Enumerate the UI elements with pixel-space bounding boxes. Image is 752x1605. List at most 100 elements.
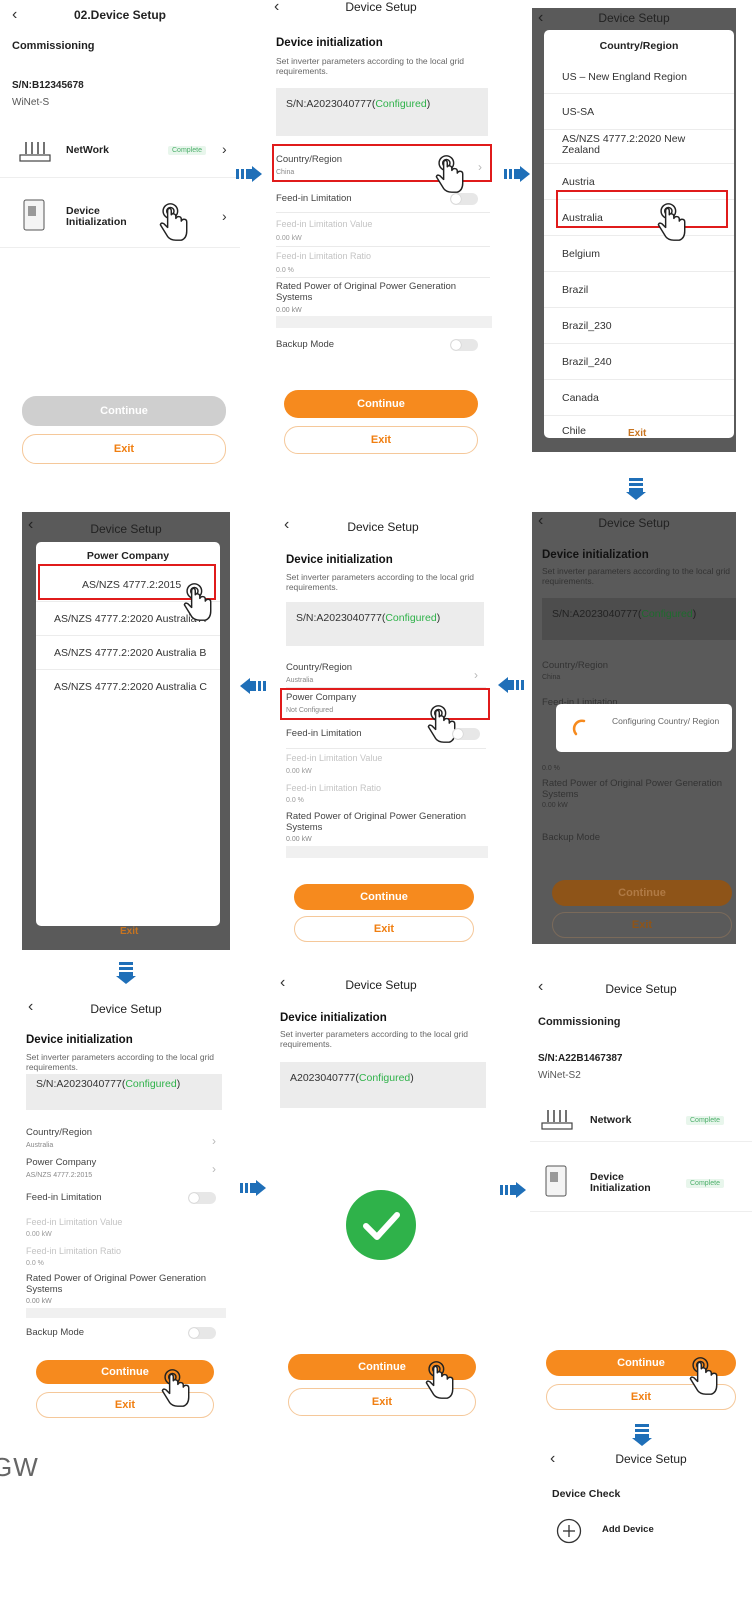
- list-item[interactable]: AS/NZS 4777.2:2020 Australia B: [36, 636, 220, 670]
- page-title: Device Setup: [605, 982, 677, 996]
- continue-button[interactable]: Continue: [284, 390, 478, 418]
- rated-power-value: 0.00 kW: [276, 307, 302, 314]
- page-title: 02.Device Setup: [73, 8, 167, 22]
- page-title: Device Setup: [598, 516, 670, 530]
- feed-in-value-label: Feed-in Limitation Value: [26, 1217, 123, 1227]
- device-init-label: Device Initialization: [590, 1171, 651, 1194]
- feed-in-ratio-value: 0.0 %: [286, 797, 304, 804]
- arrow-down-icon: [626, 478, 646, 500]
- country-region-modal: Country/Region US – New England Region U…: [544, 30, 734, 438]
- tap-hand-icon: [183, 583, 212, 621]
- feed-in-ratio-label: Feed-in Limitation Ratio: [276, 251, 372, 261]
- list-item[interactable]: Belgium: [544, 236, 734, 272]
- tap-hand-icon: [689, 1357, 718, 1395]
- spinner-icon: [572, 719, 586, 736]
- power-company-modal: Power Company AS/NZS 4777.2:2015 AS/NZS …: [36, 542, 220, 926]
- list-item[interactable]: AS/NZS 4777.2:2020 New Zealand: [544, 130, 734, 164]
- power-company-label[interactable]: Power Company: [26, 1157, 96, 1168]
- exit-button[interactable]: Exit: [284, 426, 478, 454]
- configured-status: Configured: [358, 1072, 411, 1084]
- tap-hand-icon: [435, 155, 464, 193]
- backup-mode-label: Backup Mode: [276, 339, 335, 350]
- continue-button[interactable]: Continue: [22, 396, 226, 426]
- exit-button-dim: Exit: [120, 926, 139, 937]
- page-title: Device Setup: [345, 0, 417, 14]
- feed-in-toggle[interactable]: [452, 728, 480, 740]
- page-title: Device Setup: [598, 11, 670, 25]
- divider: [276, 277, 490, 278]
- country-region-value: Australia: [26, 1142, 54, 1149]
- section-description: Set inverter parameters according to the…: [26, 1052, 215, 1072]
- section-title: Device initialization: [542, 549, 649, 561]
- feed-in-value: 0.00 kW: [286, 768, 312, 775]
- exit-button[interactable]: Exit: [22, 434, 226, 464]
- page-title: Device Setup: [347, 520, 419, 534]
- serial-number-box: S/N:A2023040777(Configured): [286, 602, 484, 646]
- brand-logo: GW: [0, 1452, 39, 1482]
- list-item[interactable]: Canada: [544, 380, 734, 416]
- tap-hand-icon: [161, 1369, 190, 1407]
- feed-in-ratio-value: 0.0 %: [26, 1260, 44, 1267]
- serial-number-box: A2023040777(Configured): [280, 1062, 486, 1108]
- section-description: Set inverter parameters according to the…: [542, 566, 731, 586]
- device-init-row[interactable]: Device Initialization ›: [0, 188, 240, 248]
- section-gap: [286, 846, 488, 858]
- add-device-button[interactable]: Add Device: [556, 1516, 746, 1546]
- section-description: Set inverter parameters according to the…: [276, 56, 465, 76]
- status-badge: Complete: [686, 1116, 724, 1125]
- arrow-right-icon: [504, 166, 530, 182]
- section-title: Device initialization: [26, 1034, 133, 1046]
- status-badge: Complete: [686, 1179, 724, 1188]
- divider: [286, 748, 486, 749]
- device-init-row[interactable]: Device Initialization Complete: [530, 1152, 752, 1212]
- inverter-icon: [545, 1165, 567, 1197]
- feed-in-ratio-value: 0.0 %: [542, 765, 560, 772]
- exit-button[interactable]: Exit: [294, 916, 474, 942]
- feed-in-toggle[interactable]: [188, 1192, 216, 1204]
- feed-in-toggle[interactable]: [450, 193, 478, 205]
- feed-in-value: 0.00 kW: [276, 235, 302, 242]
- list-item[interactable]: AS/NZS 4777.2:2020 Australia C: [36, 670, 220, 704]
- panel-step6: ‹ Device Setup Power Company AS/NZS 4777…: [22, 512, 230, 950]
- page-title: Device Setup: [345, 978, 417, 992]
- list-item[interactable]: Brazil: [544, 272, 734, 308]
- tap-hand-icon: [657, 203, 686, 241]
- list-item[interactable]: Brazil_230: [544, 308, 734, 344]
- exit-button-dim: Exit: [628, 428, 647, 439]
- highlight-box: [556, 190, 728, 228]
- rated-power-value: 0.00 kW: [542, 802, 568, 809]
- continue-button[interactable]: Continue: [294, 884, 474, 910]
- feed-in-value-label: Feed-in Limitation Value: [276, 219, 373, 229]
- rated-power-label: Rated Power of Original Power Generation…: [276, 281, 457, 303]
- loading-text: Configuring Country/ Region: [612, 716, 720, 726]
- feed-in-ratio-label: Feed-in Limitation Ratio: [26, 1246, 122, 1256]
- network-row[interactable]: NetWork Complete ›: [0, 128, 240, 178]
- configured-status: Configured: [641, 608, 693, 620]
- list-item[interactable]: US – New England Region: [544, 60, 734, 94]
- backup-mode-toggle[interactable]: [450, 339, 478, 351]
- section-gap: [26, 1308, 226, 1318]
- chevron-left-icon[interactable]: ‹: [538, 9, 543, 27]
- backup-mode-toggle[interactable]: [188, 1327, 216, 1339]
- network-row[interactable]: Network Complete: [530, 1102, 752, 1142]
- arrow-right-icon: [240, 1180, 266, 1196]
- feed-in-limitation-label: Feed-in Limitation: [26, 1192, 102, 1203]
- country-region-label: Country/Region: [542, 660, 609, 671]
- rated-power-label: Rated Power of Original Power Generation…: [26, 1273, 207, 1295]
- feed-in-limitation-label: Feed-in Limitation: [276, 193, 352, 204]
- serial-number-box: S/N:A2023040777(Configured): [542, 598, 736, 640]
- section-title: Device initialization: [276, 37, 383, 49]
- feed-in-limitation-label: Feed-in Limitation: [286, 728, 362, 739]
- chevron-right-icon: ›: [474, 668, 478, 682]
- section-title: Device Check: [552, 1488, 621, 1500]
- list-item[interactable]: US-SA: [544, 94, 734, 130]
- chevron-right-icon: ›: [222, 208, 227, 224]
- list-item[interactable]: Brazil_240: [544, 344, 734, 380]
- rated-power-label: Rated Power of Original Power Generation…: [286, 811, 467, 833]
- continue-button: Continue: [552, 880, 732, 906]
- chevron-right-icon: ›: [222, 141, 227, 157]
- serial-number: S/N:A22B1467387: [538, 1053, 623, 1064]
- network-label: Network: [590, 1114, 632, 1126]
- rated-power-value: 0.00 kW: [286, 836, 312, 843]
- serial-number-box: S/N:A2023040777(Configured): [26, 1074, 222, 1110]
